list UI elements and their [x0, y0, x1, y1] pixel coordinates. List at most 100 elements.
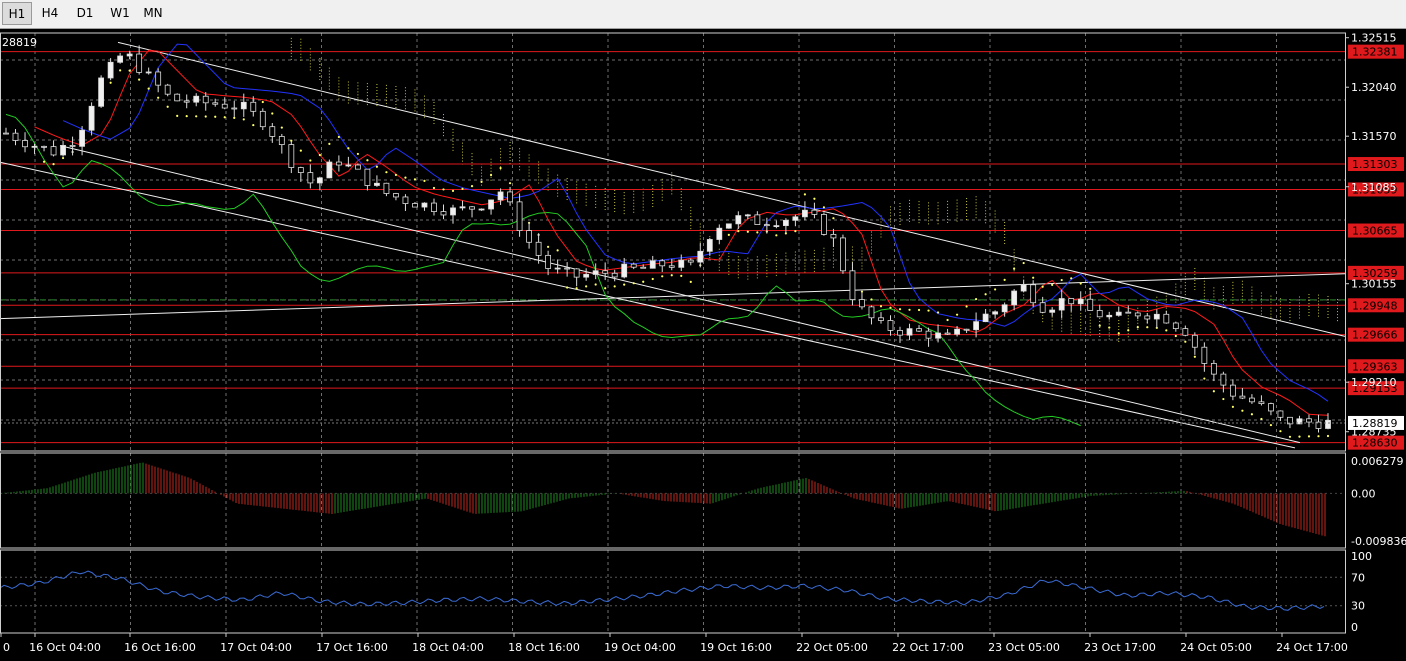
candle-body	[221, 103, 228, 109]
sar-dot	[109, 81, 112, 84]
candle-body	[22, 140, 28, 148]
candle-body	[60, 145, 66, 156]
sar-dot	[176, 114, 179, 117]
candle-body	[935, 332, 941, 339]
sar-dot	[566, 286, 569, 289]
candle-body	[402, 196, 409, 204]
sar-dot	[1117, 332, 1120, 335]
candle-body	[678, 259, 685, 268]
timeframe-d1-button[interactable]: D1	[70, 2, 100, 25]
candle-body	[12, 132, 19, 141]
corner-price-label: 28819	[2, 36, 37, 49]
sar-dot	[261, 100, 264, 104]
candle-body	[107, 61, 114, 79]
sar-dot	[889, 306, 892, 309]
candle-body	[478, 208, 485, 211]
sar-dot	[166, 105, 169, 108]
macd-tick-label: 0.00	[1351, 487, 1376, 500]
candle-body	[554, 267, 561, 270]
candle-body	[1106, 314, 1113, 318]
sar-dot	[1136, 326, 1139, 329]
candle-body	[992, 311, 999, 315]
sar-dot	[1222, 397, 1225, 401]
sar-dot	[832, 217, 835, 220]
candle-body	[1011, 290, 1018, 306]
candle-body	[944, 332, 951, 335]
osc-tick-label: 0	[1351, 621, 1358, 634]
macd-tick-label: -0.009836	[1351, 535, 1406, 548]
sar-dot	[394, 173, 398, 177]
candle-body	[516, 201, 523, 231]
candle-body	[897, 330, 903, 336]
sar-dot	[1203, 377, 1206, 380]
candle-body	[668, 265, 675, 268]
sar-dot	[936, 311, 940, 314]
candle-body	[117, 55, 124, 63]
sar-dot	[1317, 435, 1320, 438]
candle-body	[183, 100, 190, 103]
sar-dot	[594, 283, 597, 286]
candle-body	[602, 270, 609, 274]
time-axis-label: 18 Oct 16:00	[508, 641, 580, 654]
sar-dot	[252, 123, 255, 127]
candle-body	[1220, 373, 1227, 386]
trend-channel	[0, 41, 1346, 449]
sar-dot	[1060, 278, 1063, 282]
timeframe-h4-button[interactable]: H4	[35, 2, 65, 25]
level-price-label: 1.31303	[1352, 158, 1398, 171]
candle-body	[98, 77, 105, 107]
candle-body	[326, 161, 333, 179]
candle-body	[697, 250, 704, 263]
sar-dot	[1089, 287, 1092, 290]
time-axis-label: 23 Oct 05:00	[988, 641, 1060, 654]
candle-body	[735, 215, 742, 225]
candle-body	[1049, 309, 1056, 313]
sar-dot	[356, 152, 359, 156]
chikou-line	[5, 113, 1081, 427]
candle-body	[202, 95, 209, 104]
candle-body	[659, 260, 666, 267]
candle-body	[507, 191, 513, 203]
sar-dot	[1260, 417, 1263, 421]
time-axis-label: 19 Oct 16:00	[700, 641, 772, 654]
sar-dot	[480, 180, 483, 183]
sar-dot	[42, 160, 46, 163]
time-axis-label: 24 Oct 17:00	[1276, 641, 1348, 654]
sar-dot	[204, 115, 207, 118]
sar-dot	[955, 313, 959, 316]
candle-body	[450, 207, 456, 216]
timeframe-w1-button[interactable]: W1	[105, 2, 135, 25]
sar-dot	[737, 230, 740, 233]
price-chart[interactable]: 1.323811.313031.310591.306651.302591.299…	[0, 30, 1406, 661]
sar-dot	[451, 189, 455, 192]
timeframe-h1-button[interactable]: H1	[2, 2, 32, 25]
candle-body	[1020, 284, 1027, 292]
chart-grid	[0, 33, 1345, 633]
candle-body	[421, 202, 428, 208]
sar-dot	[309, 159, 312, 162]
timeframe-mn-button[interactable]: MN	[138, 2, 168, 25]
oscillator-line	[0, 570, 1345, 611]
candle-body	[763, 224, 770, 227]
candle-body	[1210, 363, 1217, 375]
candle-body	[573, 268, 580, 278]
candle-body	[307, 172, 314, 184]
candle-body	[1068, 298, 1075, 305]
sar-dot	[1269, 423, 1273, 427]
sar-dot	[661, 275, 664, 278]
candle-body	[1163, 313, 1170, 324]
candle-body	[240, 101, 247, 110]
sar-dot	[404, 176, 407, 179]
sar-dot	[870, 298, 873, 301]
sar-dot	[508, 182, 512, 185]
level-price-label: 1.29948	[1352, 299, 1398, 312]
candle-body	[1239, 395, 1246, 399]
candle-body	[31, 145, 38, 148]
candle-body	[754, 214, 761, 225]
sar-dot	[385, 171, 388, 174]
sar-dot	[337, 135, 340, 139]
sar-dot	[1041, 285, 1044, 288]
sar-dot	[879, 305, 883, 308]
sar-dot	[613, 285, 616, 288]
osc-tick-label: 30	[1351, 600, 1365, 613]
